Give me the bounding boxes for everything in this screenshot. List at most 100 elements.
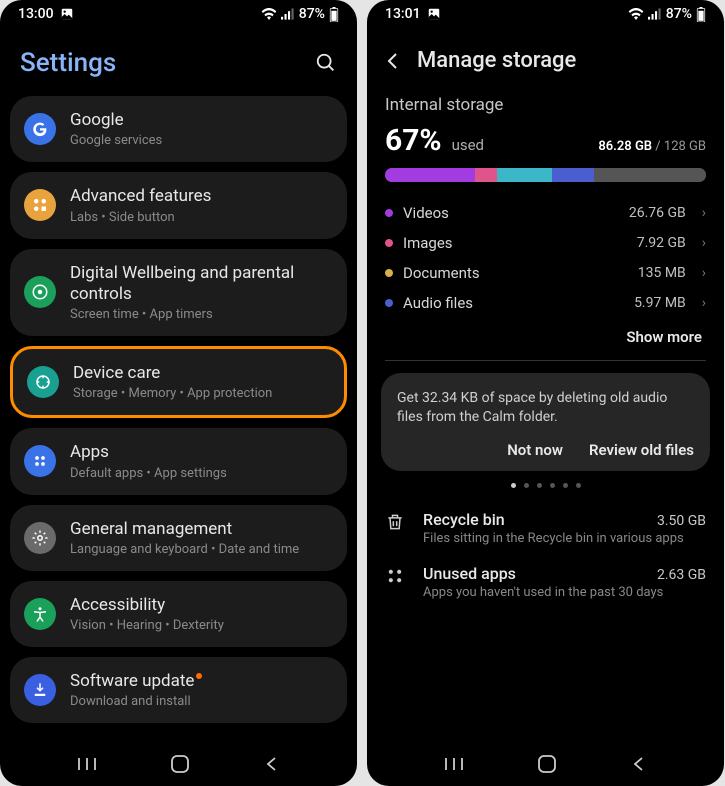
category-size: 7.92 GB	[637, 235, 686, 251]
storage-segment	[385, 168, 475, 182]
nav-bar	[367, 742, 724, 786]
category-row[interactable]: Images 7.92 GB ›	[377, 228, 714, 258]
storage-segment	[497, 168, 552, 182]
item-title: Google	[70, 110, 333, 131]
storage-summary: 67% used 86.28 GB / 128 GB	[377, 115, 714, 168]
category-dot	[385, 209, 393, 217]
mgmt-row-grid[interactable]: Unused apps2.63 GBApps you haven't used …	[377, 556, 714, 610]
show-more-button[interactable]: Show more	[377, 318, 714, 360]
nav-recents-icon[interactable]	[77, 756, 97, 772]
nav-back-icon[interactable]	[631, 756, 647, 772]
pager-dot[interactable]	[563, 483, 568, 488]
wellbeing-icon	[24, 276, 56, 308]
not-now-button[interactable]: Not now	[507, 441, 563, 459]
chevron-right-icon: ›	[702, 205, 706, 221]
category-row[interactable]: Documents135 MB›	[377, 258, 714, 288]
mgmt-size: 3.50 GB	[657, 513, 706, 529]
category-label: Videos	[403, 204, 619, 222]
status-time: 13:01	[385, 6, 421, 22]
settings-item-wellbeing[interactable]: Digital Wellbeing and parental controlsS…	[10, 249, 347, 337]
tip-card: Get 32.34 KB of space by deleting old au…	[381, 373, 710, 471]
nav-bar	[0, 742, 357, 786]
battery-percent: 87%	[299, 6, 325, 22]
item-title: Software update	[70, 671, 333, 692]
mgmt-subtitle: Files sitting in the Recycle bin in vari…	[423, 531, 706, 548]
update-icon	[24, 674, 56, 706]
status-bar: 13:00 87%	[0, 0, 357, 28]
item-subtitle: Vision • Hearing • Dexterity	[70, 618, 333, 633]
item-title: Apps	[70, 442, 333, 463]
status-bar: 13:01 87%	[367, 0, 724, 28]
category-row[interactable]: Videos 26.76 GB ›	[377, 198, 714, 228]
item-subtitle: Download and install	[70, 694, 333, 709]
pager-dot[interactable]	[537, 483, 542, 488]
mgmt-size: 2.63 GB	[657, 567, 706, 583]
signal-icon	[281, 8, 295, 20]
category-dot	[385, 269, 393, 277]
item-subtitle: Language and keyboard • Date and time	[70, 542, 333, 557]
battery-icon	[329, 7, 339, 22]
divider	[385, 360, 706, 361]
pager	[377, 483, 714, 488]
google-icon	[24, 113, 56, 145]
category-dot	[385, 239, 393, 247]
apps-icon	[24, 445, 56, 477]
percent-used: 67%	[385, 123, 442, 158]
settings-item-google[interactable]: Google Google services	[10, 96, 347, 162]
item-title: Digital Wellbeing and parental controls	[70, 263, 333, 306]
settings-item-advanced[interactable]: Advanced featuresLabs • Side button	[10, 172, 347, 238]
item-title: Device care	[73, 363, 330, 384]
mgmt-row-trash[interactable]: Recycle bin3.50 GBFiles sitting in the R…	[377, 502, 714, 556]
item-subtitle: Screen time • App timers	[70, 307, 333, 322]
pager-dot[interactable]	[576, 483, 581, 488]
advanced-icon	[24, 189, 56, 221]
pager-dot[interactable]	[511, 483, 516, 488]
battery-percent: 87%	[666, 6, 692, 22]
pager-dot[interactable]	[550, 483, 555, 488]
settings-item-accessibility[interactable]: Accessibility Vision • Hearing • Dexterit…	[10, 581, 347, 647]
category-dot	[385, 299, 393, 307]
update-badge	[196, 673, 202, 679]
settings-item-devicecare[interactable]: Device care Storage • Memory • App protec…	[10, 346, 347, 418]
general-icon	[24, 522, 56, 554]
storage-segment	[552, 168, 594, 182]
nav-back-icon[interactable]	[264, 756, 280, 772]
category-size: 26.76 GB	[629, 205, 686, 221]
storage-total: /	[655, 139, 664, 154]
storage-segment	[475, 168, 497, 182]
back-icon[interactable]	[383, 51, 403, 71]
image-icon	[60, 7, 74, 21]
settings-item-general[interactable]: General management Language and keyboard …	[10, 505, 347, 571]
category-label: Audio files	[403, 294, 624, 312]
item-subtitle: Storage • Memory • App protection	[73, 386, 330, 401]
chevron-right-icon: ›	[702, 235, 706, 251]
category-size: 5.97 MB	[634, 295, 686, 311]
category-row[interactable]: Audio files 5.97 MB ›	[377, 288, 714, 318]
category-label: Images	[403, 234, 627, 252]
page-title: Manage storage	[417, 48, 576, 73]
item-title: General management	[70, 519, 333, 540]
item-subtitle: Default apps • App settings	[70, 466, 333, 481]
search-icon[interactable]	[315, 52, 337, 74]
nav-recents-icon[interactable]	[444, 756, 464, 772]
signal-icon	[648, 8, 662, 20]
phone-storage: 13:01 87% Manage storage Internal storag…	[367, 0, 724, 786]
settings-item-update[interactable]: Software update Download and install	[10, 657, 347, 723]
mgmt-title: Unused apps	[423, 564, 516, 583]
percent-label: used	[452, 136, 484, 154]
settings-header: Settings	[10, 28, 347, 96]
accessibility-icon	[24, 598, 56, 630]
nav-home-icon[interactable]	[537, 754, 557, 774]
nav-home-icon[interactable]	[170, 754, 190, 774]
item-subtitle: Google services	[70, 133, 333, 148]
storage-header: Manage storage	[377, 28, 714, 91]
item-title: Accessibility	[70, 595, 333, 616]
pager-dot[interactable]	[524, 483, 529, 488]
battery-icon	[696, 7, 706, 22]
settings-item-apps[interactable]: Apps Default apps • App settings	[10, 428, 347, 494]
review-files-button[interactable]: Review old files	[589, 441, 694, 459]
wifi-icon	[628, 8, 644, 20]
chevron-right-icon: ›	[702, 295, 706, 311]
status-time: 13:00	[18, 6, 54, 22]
phone-settings: 13:00 87% Settings Google Google services…	[0, 0, 357, 786]
